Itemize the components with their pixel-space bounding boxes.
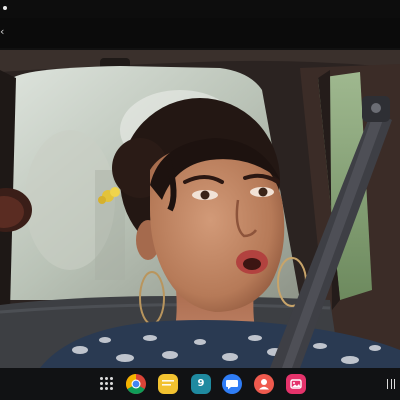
video-player[interactable] xyxy=(0,50,400,368)
gallery-icon[interactable] xyxy=(286,374,306,394)
recents-icon[interactable] xyxy=(386,379,396,389)
app-header: ‹ xyxy=(0,18,400,48)
tablet-screen: ‹ 9 xyxy=(0,0,400,400)
calendar-icon[interactable]: 9 xyxy=(191,374,211,394)
chrome-icon[interactable] xyxy=(126,374,146,394)
messages-icon[interactable] xyxy=(222,374,242,394)
back-arrow-icon[interactable]: ‹ xyxy=(0,25,10,39)
calendar-date-label: 9 xyxy=(197,378,205,389)
notes-icon[interactable] xyxy=(158,374,178,394)
apps-grid-icon[interactable] xyxy=(100,377,114,391)
contacts-icon[interactable] xyxy=(254,374,274,394)
status-bar xyxy=(0,0,400,18)
video-frame xyxy=(0,50,400,368)
taskbar: 9 xyxy=(0,368,400,400)
notification-dot-icon xyxy=(3,6,7,10)
